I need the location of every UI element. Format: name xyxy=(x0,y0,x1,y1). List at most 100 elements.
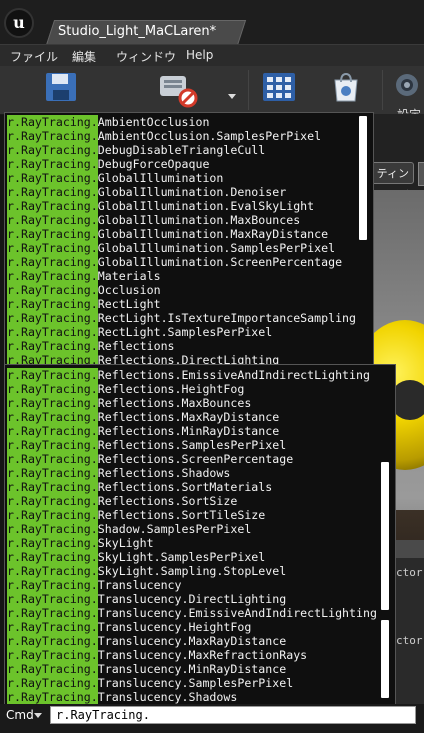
save-icon[interactable] xyxy=(44,72,78,102)
match-prefix: r.RayTracing. xyxy=(7,382,98,396)
menu-edit[interactable]: 編集 xyxy=(72,48,96,65)
autocomplete-item[interactable]: r.RayTracing.GlobalIllumination.Denoiser xyxy=(7,185,286,199)
autocomplete-item[interactable]: r.RayTracing.DebugForceOpaque xyxy=(7,157,209,171)
console-input[interactable]: r.RayTracing. xyxy=(50,706,416,724)
autocomplete-item[interactable]: r.RayTracing.RectLight.IsTextureImportan… xyxy=(7,311,356,325)
content-grid-icon[interactable] xyxy=(262,72,296,102)
autocomplete-item[interactable]: r.RayTracing.Translucency.EmissiveAndInd… xyxy=(7,606,377,620)
match-prefix: r.RayTracing. xyxy=(7,297,98,311)
autocomplete-item[interactable]: r.RayTracing.DebugDisableTriangleCull xyxy=(7,143,265,157)
command-suffix: Translucency.DirectLighting xyxy=(97,592,287,606)
viewport-option-button[interactable] xyxy=(418,162,424,186)
cmd-dropdown[interactable]: Cmd xyxy=(6,708,34,722)
menu-bar: ファイル 編集 ウィンドウ Help xyxy=(0,44,424,67)
autocomplete-item[interactable]: r.RayTracing.RectLight xyxy=(7,297,161,311)
match-prefix: r.RayTracing. xyxy=(7,606,98,620)
command-suffix: GlobalIllumination.MaxRayDistance xyxy=(97,227,329,241)
autocomplete-item[interactable]: r.RayTracing.Reflections.HeightFog xyxy=(7,382,244,396)
autocomplete-item[interactable]: r.RayTracing.GlobalIllumination.EvalSkyL… xyxy=(7,199,314,213)
autocomplete-item[interactable]: r.RayTracing.Reflections.SortSize xyxy=(7,494,237,508)
command-suffix: Reflections.SamplesPerPixel xyxy=(97,438,287,452)
match-prefix: r.RayTracing. xyxy=(7,424,98,438)
autocomplete-item[interactable]: r.RayTracing.GlobalIllumination.SamplesP… xyxy=(7,241,335,255)
autocomplete-item[interactable]: r.RayTracing.Translucency.SamplesPerPixe… xyxy=(7,676,293,690)
gear-icon[interactable] xyxy=(392,72,422,102)
scrollbar-thumb[interactable] xyxy=(359,116,367,240)
autocomplete-item[interactable]: r.RayTracing.SkyLight xyxy=(7,536,154,550)
autocomplete-item[interactable]: r.RayTracing.Translucency.MaxRefractionR… xyxy=(7,648,307,662)
command-suffix: GlobalIllumination.SamplesPerPixel xyxy=(97,241,336,255)
autocomplete-item[interactable]: r.RayTracing.Translucency.DirectLighting xyxy=(7,592,286,606)
autocomplete-item[interactable]: r.RayTracing.AmbientOcclusion xyxy=(7,115,209,129)
command-suffix: Translucency.MaxRayDistance xyxy=(97,634,287,648)
command-suffix: Occlusion xyxy=(97,283,161,297)
match-prefix: r.RayTracing. xyxy=(7,143,98,157)
match-prefix: r.RayTracing. xyxy=(7,634,98,648)
command-suffix: GlobalIllumination xyxy=(97,171,224,185)
match-prefix: r.RayTracing. xyxy=(7,480,98,494)
view-mode-button[interactable]: ティング xyxy=(370,162,414,202)
chevron-down-icon[interactable] xyxy=(228,94,236,99)
match-prefix: r.RayTracing. xyxy=(7,648,98,662)
autocomplete-item[interactable]: r.RayTracing.Translucency.HeightFog xyxy=(7,620,251,634)
chevron-down-icon[interactable] xyxy=(34,713,42,718)
autocomplete-item[interactable]: r.RayTracing.Occlusion xyxy=(7,283,161,297)
match-prefix: r.RayTracing. xyxy=(7,213,98,227)
autocomplete-item[interactable]: r.RayTracing.GlobalIllumination.MaxBounc… xyxy=(7,213,300,227)
command-suffix: SkyLight.Sampling.StopLevel xyxy=(97,564,287,578)
autocomplete-item[interactable]: r.RayTracing.Translucency.Shadows xyxy=(7,690,237,704)
toolbar-divider xyxy=(248,70,249,110)
autocomplete-item[interactable]: r.RayTracing.AmbientOcclusion.SamplesPer… xyxy=(7,129,321,143)
autocomplete-item[interactable]: r.RayTracing.Translucency.MinRayDistance xyxy=(7,662,286,676)
autocomplete-item[interactable]: r.RayTracing.Translucency.MaxRayDistance xyxy=(7,634,286,648)
autocomplete-item[interactable]: r.RayTracing.RectLight.SamplesPerPixel xyxy=(7,325,272,339)
details-header xyxy=(396,540,424,558)
toolbar-divider xyxy=(382,70,383,110)
autocomplete-item[interactable]: r.RayTracing.GlobalIllumination xyxy=(7,171,223,185)
match-prefix: r.RayTracing. xyxy=(7,536,98,550)
autocomplete-item[interactable]: r.RayTracing.GlobalIllumination.MaxRayDi… xyxy=(7,227,328,241)
scrollbar-thumb[interactable] xyxy=(381,620,389,698)
match-prefix: r.RayTracing. xyxy=(7,676,98,690)
scrollbar-thumb[interactable] xyxy=(381,462,389,610)
autocomplete-item[interactable]: r.RayTracing.SkyLight.SamplesPerPixel xyxy=(7,550,265,564)
autocomplete-item[interactable]: r.RayTracing.Reflections.EmissiveAndIndi… xyxy=(7,368,370,382)
autocomplete-item[interactable]: r.RayTracing.Shadow.SamplesPerPixel xyxy=(7,522,251,536)
autocomplete-item[interactable]: r.RayTracing.Reflections.Shadows xyxy=(7,466,230,480)
menu-file[interactable]: ファイル xyxy=(10,48,58,65)
command-suffix: Reflections.EmissiveAndIndirectLighting xyxy=(97,368,370,382)
match-prefix: r.RayTracing. xyxy=(7,227,98,241)
match-prefix: r.RayTracing. xyxy=(7,157,98,171)
autocomplete-item[interactable]: r.RayTracing.Reflections xyxy=(7,339,175,353)
command-suffix: Reflections.ScreenPercentage xyxy=(97,452,294,466)
match-prefix: r.RayTracing. xyxy=(7,325,98,339)
autocomplete-list-lower: r.RayTracing.Reflections.EmissiveAndIndi… xyxy=(4,364,396,706)
match-prefix: r.RayTracing. xyxy=(7,396,98,410)
marketplace-bag-icon[interactable] xyxy=(330,72,362,102)
autocomplete-item[interactable]: r.RayTracing.Reflections.MaxBounces xyxy=(7,396,251,410)
command-suffix: Translucency.SamplesPerPixel xyxy=(97,676,294,690)
autocomplete-item[interactable]: r.RayTracing.Reflections.SamplesPerPixel xyxy=(7,438,286,452)
command-suffix: SkyLight.SamplesPerPixel xyxy=(97,550,266,564)
match-prefix: r.RayTracing. xyxy=(7,690,98,704)
autocomplete-item[interactable]: r.RayTracing.Reflections.SortMaterials xyxy=(7,480,272,494)
command-suffix: Reflections.MinRayDistance xyxy=(97,424,280,438)
autocomplete-item[interactable]: r.RayTracing.Reflections.MaxRayDistance xyxy=(7,410,279,424)
autocomplete-item[interactable]: r.RayTracing.Translucency xyxy=(7,578,182,592)
source-control-icon[interactable] xyxy=(156,72,200,108)
autocomplete-item[interactable]: r.RayTracing.Reflections.SortTileSize xyxy=(7,508,265,522)
menu-window[interactable]: ウィンドウ xyxy=(116,48,176,65)
command-suffix: AmbientOcclusion xyxy=(97,115,210,129)
unreal-logo-icon[interactable]: u xyxy=(4,8,34,38)
autocomplete-item[interactable]: r.RayTracing.Reflections.MinRayDistance xyxy=(7,424,279,438)
autocomplete-item[interactable]: r.RayTracing.SkyLight.Sampling.StopLevel xyxy=(7,564,286,578)
command-suffix: Reflections xyxy=(97,339,175,353)
autocomplete-item[interactable]: r.RayTracing.Materials xyxy=(7,269,161,283)
command-suffix: Reflections.SortSize xyxy=(97,494,238,508)
command-suffix: GlobalIllumination.EvalSkyLight xyxy=(97,199,315,213)
autocomplete-item[interactable]: r.RayTracing.Reflections.ScreenPercentag… xyxy=(7,452,293,466)
details-panel: ctor ctor xyxy=(396,540,424,710)
command-suffix: GlobalIllumination.ScreenPercentage xyxy=(97,255,343,269)
autocomplete-item[interactable]: r.RayTracing.GlobalIllumination.ScreenPe… xyxy=(7,255,342,269)
menu-help[interactable]: Help xyxy=(186,48,213,62)
